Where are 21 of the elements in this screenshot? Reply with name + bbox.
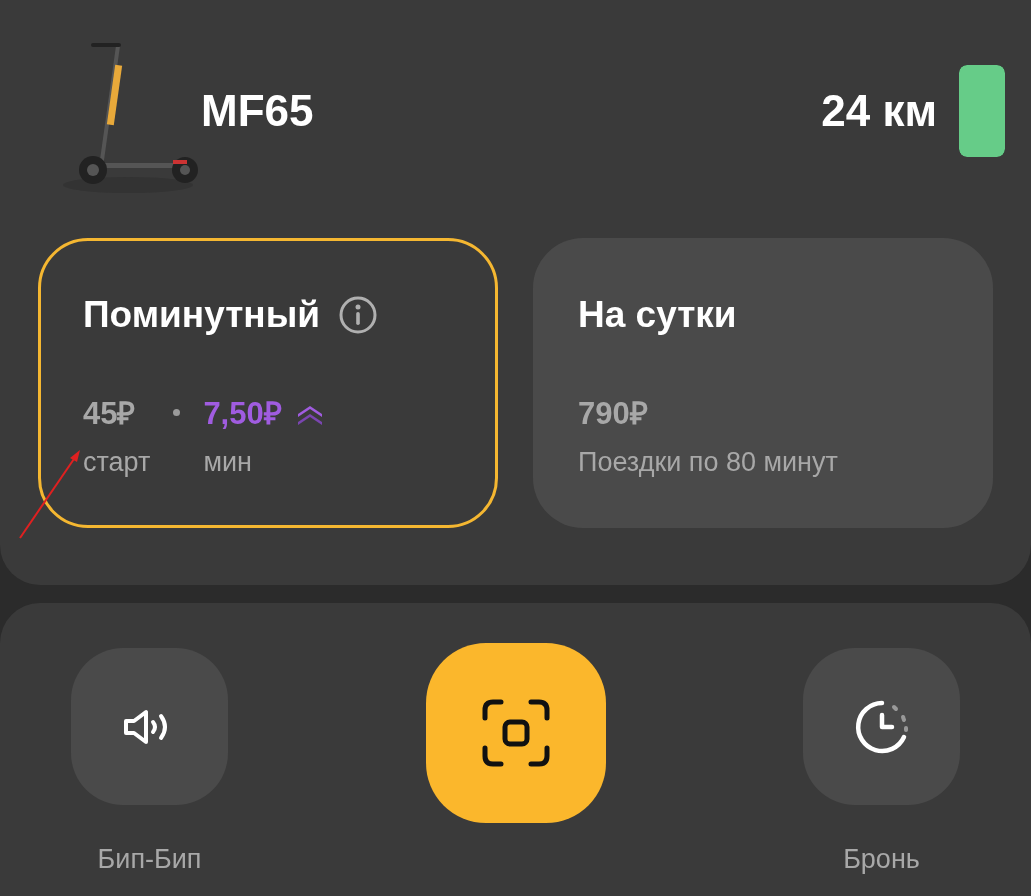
scan-button[interactable]: [425, 643, 606, 823]
tariff-title: Поминутный: [83, 293, 320, 338]
tariff-card[interactable]: На сутки 790₽ Поездки по 80 минут: [533, 238, 993, 528]
scan-icon: [480, 698, 551, 768]
tariff-title: На сутки: [578, 293, 737, 338]
battery-icon: [959, 65, 1005, 157]
beep-button[interactable]: [71, 648, 228, 805]
scooter-model: MF65: [201, 85, 314, 137]
chevrons-up-icon: [295, 403, 324, 426]
price-amount: 7,50₽: [203, 395, 282, 433]
price-caption: Поездки по 80 минут: [578, 445, 838, 479]
info-icon[interactable]: [338, 295, 378, 335]
reserve-button[interactable]: [803, 648, 960, 805]
price-amount: 790₽: [578, 395, 648, 433]
price-caption: мин: [203, 445, 253, 479]
price-amount: 45₽: [83, 395, 136, 433]
action-label: Бронь: [843, 843, 920, 876]
price-caption: старт: [83, 445, 151, 479]
action-label: Бип-Бип: [97, 843, 202, 876]
range-text: 24 км: [821, 85, 937, 137]
tariff-card[interactable]: Поминутный 45₽ старт 7,50₽ мин: [38, 238, 498, 528]
